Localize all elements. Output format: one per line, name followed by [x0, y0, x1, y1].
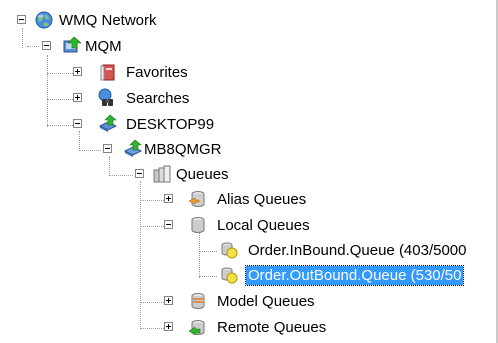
- tree-item-alias-queues[interactable]: Alias Queues: [0, 188, 340, 213]
- tree-item-label: Searches: [126, 90, 190, 107]
- queue-yellow-icon: [219, 240, 239, 260]
- tree-item-label: Model Queues: [217, 293, 315, 310]
- tree-item-mb8qmgr[interactable]: MB8QMGR: [0, 138, 222, 163]
- tree-item-searches[interactable]: Searches: [0, 87, 220, 112]
- navigator-tree: WMQ Network MQM Favorites Searches DESKT…: [0, 0, 498, 343]
- tree-item-label: Local Queues: [217, 217, 310, 234]
- queue-manager-group-icon: [62, 36, 82, 56]
- expand-toggle[interactable]: [164, 296, 173, 305]
- tree-item-remote-queues[interactable]: Remote Queues: [0, 316, 340, 341]
- model-queue-icon: [188, 291, 208, 311]
- tree-item-label: DESKTOP99: [126, 116, 215, 133]
- alias-queue-icon: [188, 189, 208, 209]
- queues-folder-icon: [152, 164, 172, 184]
- tree-item-label-selected: Order.OutBound.Queue (530/50: [244, 265, 465, 286]
- tree-item-queues[interactable]: Queues: [0, 163, 240, 188]
- tree-item-local-queues[interactable]: Local Queues: [0, 214, 340, 239]
- queue-yellow-icon: [219, 265, 239, 285]
- collapse-toggle[interactable]: [42, 41, 51, 50]
- globe-network-icon: [34, 10, 54, 30]
- expand-toggle[interactable]: [73, 93, 82, 102]
- tree-item-model-queues[interactable]: Model Queues: [0, 290, 340, 315]
- collapse-toggle[interactable]: [135, 169, 144, 178]
- collapse-toggle[interactable]: [17, 15, 26, 24]
- collapse-toggle[interactable]: [103, 144, 112, 153]
- tree-item-order-outbound-queue[interactable]: Order.OutBound.Queue (530/50: [0, 264, 496, 289]
- favorites-book-icon: [98, 62, 118, 82]
- collapse-toggle[interactable]: [164, 220, 173, 229]
- remote-queue-icon: [188, 317, 208, 337]
- binoculars-search-icon: [97, 88, 117, 108]
- tree-item-desktop99[interactable]: DESKTOP99: [0, 113, 220, 138]
- tree-item-wmq-network[interactable]: WMQ Network: [0, 9, 200, 34]
- tree-item-order-inbound-queue[interactable]: Order.InBound.Queue (403/5000: [0, 239, 496, 264]
- tree-item-favorites[interactable]: Favorites: [0, 61, 220, 86]
- tree-item-label: MQM: [85, 38, 122, 55]
- tree-item-label: MB8QMGR: [144, 141, 222, 158]
- expand-toggle[interactable]: [164, 322, 173, 331]
- queue-manager-icon: [123, 139, 143, 159]
- tree-item-label: Queues: [176, 166, 229, 183]
- tree-item-label: Alias Queues: [217, 191, 307, 208]
- expand-toggle[interactable]: [73, 67, 82, 76]
- tree-item-label: Remote Queues: [217, 319, 327, 336]
- server-green-arrow-icon: [98, 114, 118, 134]
- tree-item-label: Order.InBound.Queue (403/5000: [248, 242, 467, 259]
- collapse-toggle[interactable]: [73, 119, 82, 128]
- tree-item-mqm[interactable]: MQM: [0, 35, 200, 60]
- expand-toggle[interactable]: [164, 194, 173, 203]
- tree-item-label: Favorites: [126, 64, 188, 81]
- local-queue-icon: [188, 215, 208, 235]
- tree-item-label: WMQ Network: [59, 12, 157, 29]
